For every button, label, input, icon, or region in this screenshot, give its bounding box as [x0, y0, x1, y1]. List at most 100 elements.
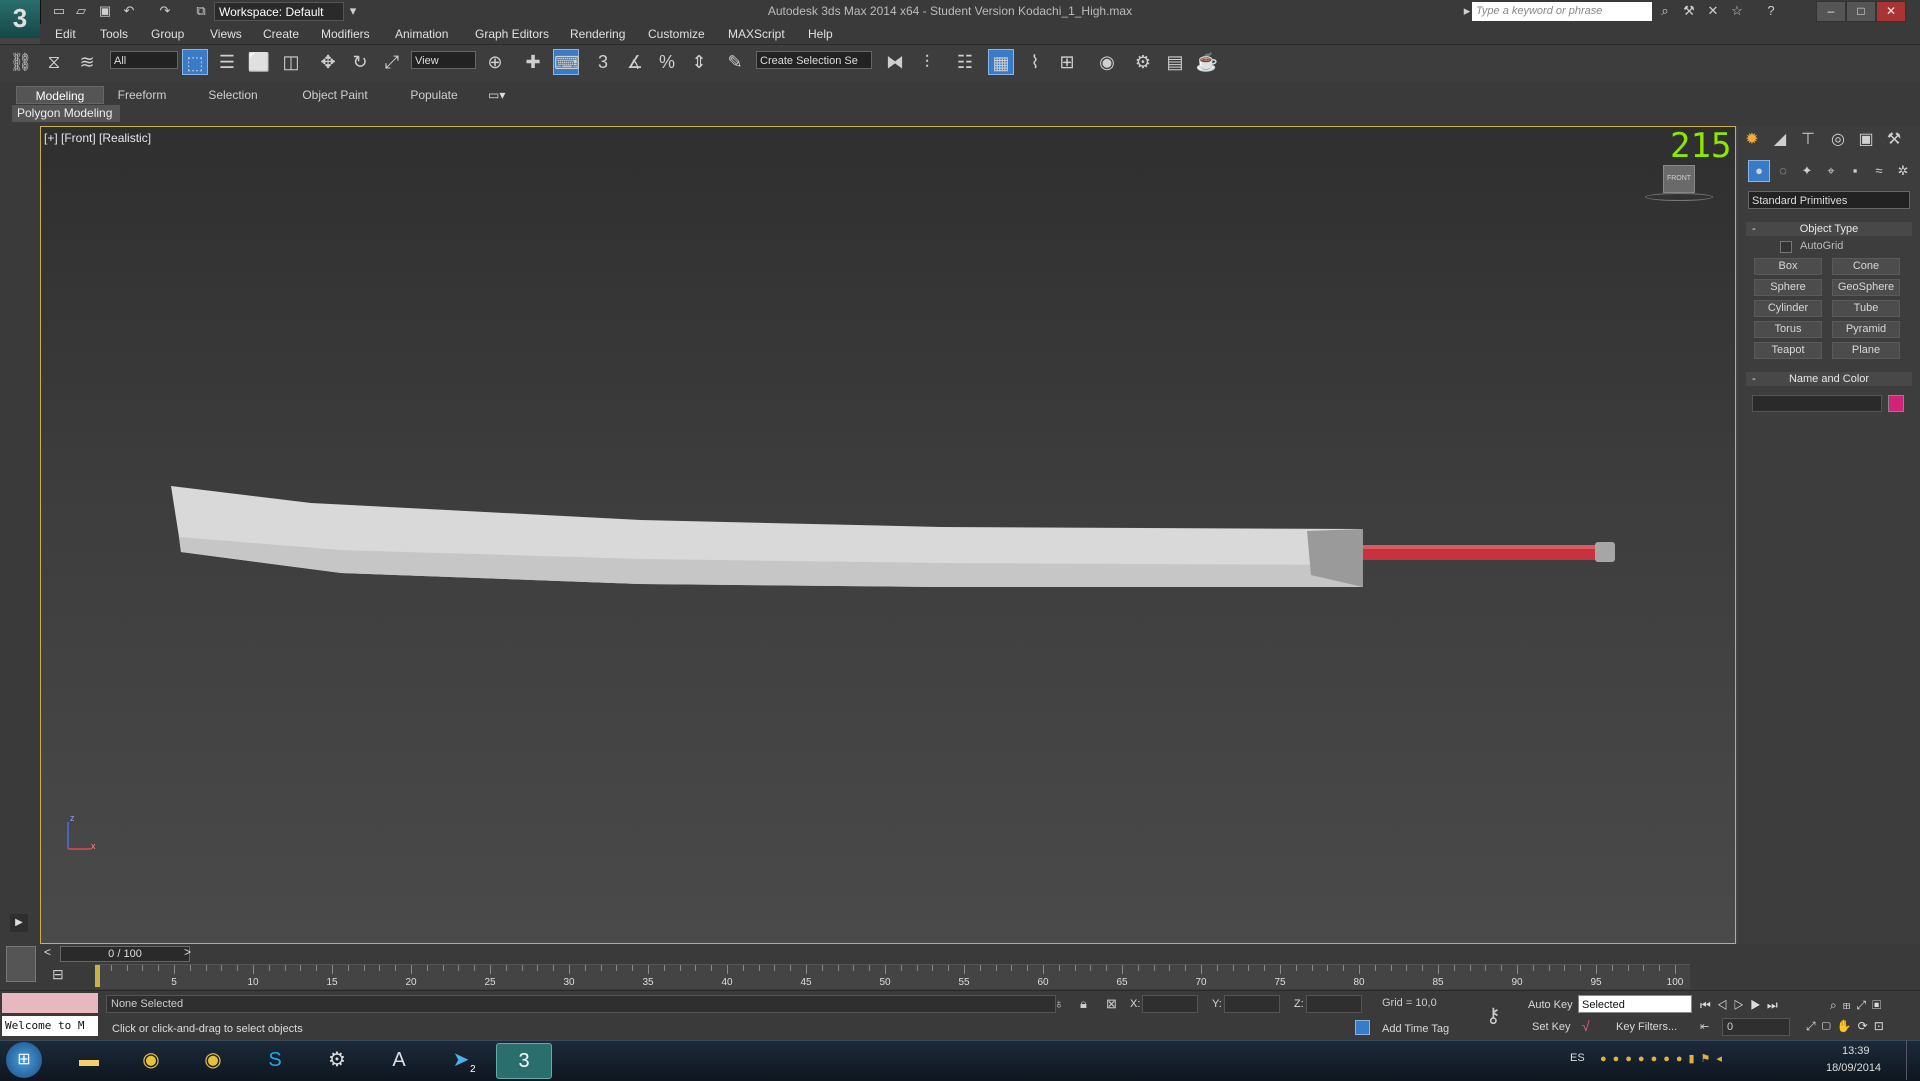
move-icon[interactable]: ✥: [315, 49, 341, 75]
key-filters-button[interactable]: Key Filters...: [1616, 1021, 1677, 1033]
align-icon[interactable]: ⫶: [914, 49, 940, 75]
subscription-icon[interactable]: ⚒: [1680, 3, 1698, 19]
z-coordinate-input[interactable]: [1306, 995, 1362, 1013]
maxscript-listener-red[interactable]: [2, 993, 98, 1013]
app-logo-icon[interactable]: 3: [0, 0, 41, 38]
quick-access-dropdown-icon[interactable]: ▾: [344, 3, 362, 19]
helpers-icon[interactable]: ▪: [1844, 160, 1866, 182]
select-manipulate-icon[interactable]: ✚: [520, 49, 546, 75]
menu-edit[interactable]: Edit: [55, 27, 76, 41]
display-tab-icon[interactable]: ▣: [1854, 128, 1878, 152]
menu-tools[interactable]: Tools: [100, 27, 128, 41]
selection-lock-icon[interactable]: 🔒︎: [1080, 996, 1087, 1012]
name-color-collapse[interactable]: -: [1752, 372, 1756, 386]
percent-snap-icon[interactable]: %: [654, 49, 680, 75]
language-indicator[interactable]: ES: [1570, 1052, 1585, 1064]
set-key-icon[interactable]: ⚷: [1486, 1003, 1501, 1028]
viewport-navigation-controls-2[interactable]: ⤢▢✋⟳⊡: [1806, 1019, 1890, 1034]
menu-help[interactable]: Help: [808, 27, 833, 41]
selection-filter-dropdown[interactable]: All: [110, 51, 178, 69]
archicad-taskbar-icon[interactable]: A: [372, 1043, 426, 1077]
menu-graph-editors[interactable]: Graph Editors: [475, 27, 549, 41]
sphere-button[interactable]: Sphere: [1754, 279, 1822, 296]
panel-polygon-modeling[interactable]: Polygon Modeling: [12, 105, 120, 122]
select-by-name-icon[interactable]: ☰: [214, 49, 240, 75]
mirror-icon[interactable]: ⧓: [882, 49, 908, 75]
maxscript-listener-input[interactable]: Welcome to M: [2, 1016, 98, 1036]
geometry-icon[interactable]: ●: [1748, 160, 1770, 182]
new-file-icon[interactable]: ▭: [50, 3, 68, 19]
geosphere-button[interactable]: GeoSphere: [1832, 279, 1900, 296]
snaps-toggle-icon[interactable]: 3: [590, 49, 616, 75]
workspace-dropdown[interactable]: Workspace: Default: [214, 2, 344, 21]
ribbon-options-icon[interactable]: ▭▾: [488, 88, 505, 102]
menu-rendering[interactable]: Rendering: [570, 27, 625, 41]
angle-snap-icon[interactable]: ∡: [622, 49, 648, 75]
chrome-2-taskbar-icon[interactable]: ◉: [186, 1043, 240, 1077]
chrome-taskbar-icon[interactable]: ◉: [124, 1043, 178, 1077]
save-file-icon[interactable]: ▣: [96, 3, 114, 19]
menu-maxscript[interactable]: MAXScript: [728, 27, 785, 41]
viewport-navigation-controls[interactable]: ⌕⊞⤢▣: [1830, 998, 1887, 1013]
redo-icon[interactable]: ↷: [156, 3, 174, 19]
systems-icon[interactable]: ✲: [1892, 160, 1914, 182]
schematic-view-icon[interactable]: ⊞: [1054, 49, 1080, 75]
viewcube-compass-ring[interactable]: [1645, 193, 1713, 201]
name-color-rollout-header[interactable]: - Name and Color: [1746, 372, 1912, 386]
layer-manager-icon[interactable]: ☷: [952, 49, 978, 75]
bind-spacewarp-icon[interactable]: ≋: [74, 49, 100, 75]
menu-create[interactable]: Create: [263, 27, 299, 41]
keyboard-shortcut-override-icon[interactable]: ⌨: [553, 49, 580, 75]
object-type-collapse[interactable]: -: [1752, 222, 1756, 236]
edit-named-selection-icon[interactable]: ✎: [722, 49, 748, 75]
rendered-frame-window-icon[interactable]: ▤: [1162, 49, 1188, 75]
hierarchy-tab-icon[interactable]: ⊤: [1796, 128, 1820, 152]
rotate-icon[interactable]: ↻: [347, 49, 373, 75]
reference-coordinate-dropdown[interactable]: View: [411, 51, 476, 69]
search-input[interactable]: Type a keyword or phrase: [1472, 2, 1652, 21]
add-time-tag-button[interactable]: Add Time Tag: [1382, 1023, 1449, 1035]
tab-populate[interactable]: Populate: [398, 86, 470, 104]
skype-taskbar-icon[interactable]: S: [248, 1043, 302, 1077]
mini-curve-editor-toggle[interactable]: [6, 946, 36, 982]
motion-tab-icon[interactable]: ◎: [1826, 128, 1850, 152]
box-button[interactable]: Box: [1754, 258, 1822, 275]
set-key-button[interactable]: Set Key: [1532, 1021, 1571, 1033]
viewport-front[interactable]: z x FRONT: [40, 126, 1736, 944]
telegram-taskbar-icon[interactable]: ➤: [434, 1043, 488, 1077]
primitive-category-dropdown[interactable]: Standard Primitives: [1748, 191, 1910, 209]
object-type-rollout-header[interactable]: - Object Type: [1746, 222, 1912, 236]
object-color-swatch[interactable]: [1888, 395, 1904, 412]
clock-date[interactable]: 18/09/2014: [1826, 1062, 1881, 1074]
next-frame-button[interactable]: >: [184, 945, 191, 959]
menu-views[interactable]: Views: [210, 27, 242, 41]
auto-key-button[interactable]: Auto Key: [1528, 999, 1573, 1011]
help-icon[interactable]: ?: [1762, 3, 1780, 19]
time-slider[interactable]: 0 / 100: [60, 946, 190, 962]
tray-icons[interactable]: ●●●●●●●▮⚑◂: [1600, 1052, 1728, 1065]
favorites-star-icon[interactable]: ☆: [1728, 3, 1746, 19]
x-coordinate-input[interactable]: [1142, 995, 1198, 1013]
space-warps-icon[interactable]: ≈: [1868, 160, 1890, 182]
create-tab-icon[interactable]: ✹: [1740, 128, 1764, 152]
key-mode-dropdown[interactable]: Selected: [1578, 995, 1692, 1013]
current-frame-input[interactable]: 0: [1722, 1018, 1790, 1036]
teapot-button[interactable]: Teapot: [1754, 342, 1822, 359]
time-tag-icon[interactable]: [1355, 1020, 1370, 1035]
named-selection-dropdown[interactable]: Create Selection Se: [756, 51, 872, 69]
pivot-center-icon[interactable]: ⊕: [482, 49, 508, 75]
communication-icon[interactable]: ✕: [1704, 3, 1722, 19]
render-production-icon[interactable]: ☕: [1194, 49, 1220, 75]
window-crossing-icon[interactable]: ◫: [278, 49, 304, 75]
prev-frame-button[interactable]: <: [44, 945, 51, 959]
autogrid-checkbox[interactable]: [1780, 241, 1792, 253]
rectangular-selection-icon[interactable]: ⬜: [246, 49, 272, 75]
binoculars-icon[interactable]: ⌕: [1656, 3, 1674, 19]
tube-button[interactable]: Tube: [1832, 300, 1900, 317]
cylinder-button[interactable]: Cylinder: [1754, 300, 1822, 317]
menu-animation[interactable]: Animation: [395, 27, 448, 41]
minimize-button[interactable]: –: [1816, 1, 1846, 22]
material-editor-icon[interactable]: ◉: [1094, 49, 1120, 75]
open-file-icon[interactable]: ▱: [72, 3, 90, 19]
key-mode-toggle-icon[interactable]: ⇤: [1700, 1020, 1709, 1033]
